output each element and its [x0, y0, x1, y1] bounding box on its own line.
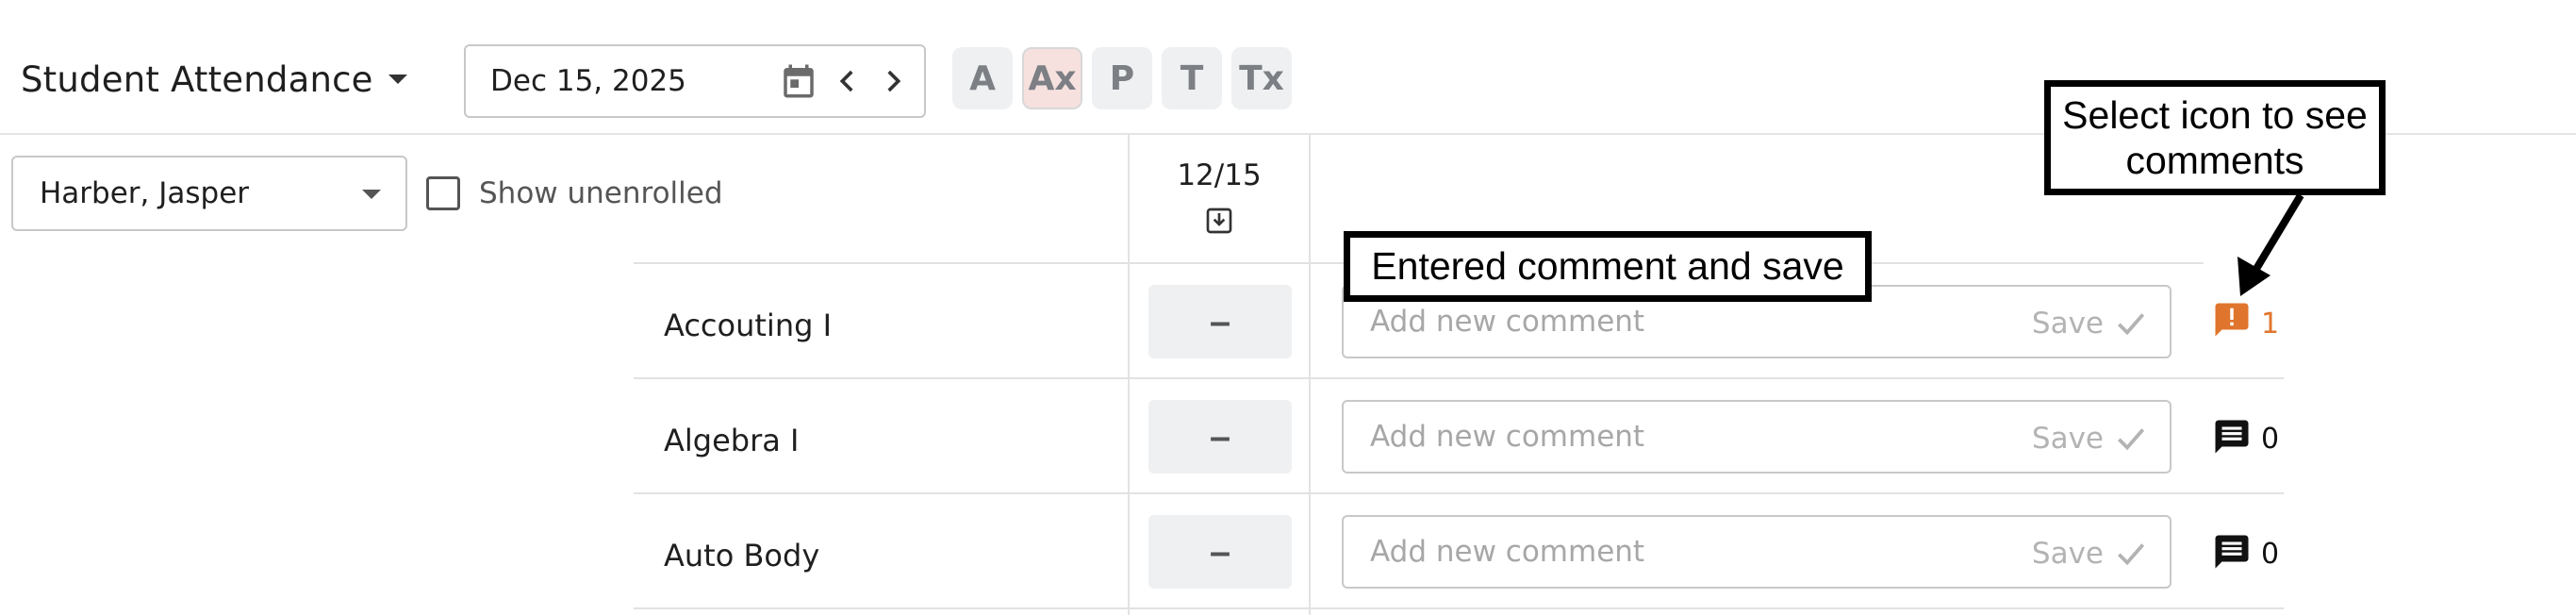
callout-arrow: [2237, 192, 2304, 296]
